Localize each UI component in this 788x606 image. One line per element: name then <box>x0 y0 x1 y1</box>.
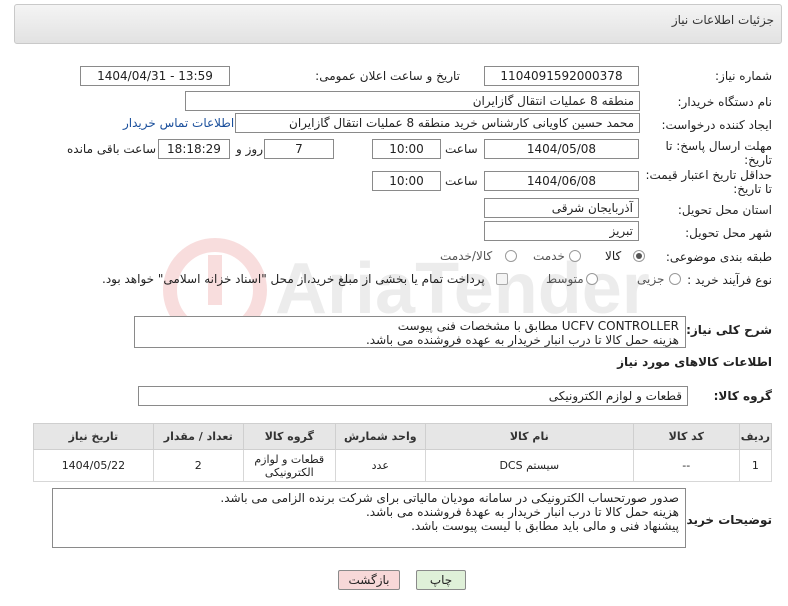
table-row: 1 -- سیستم DCS عدد قطعات و لوازم الکترون… <box>33 449 773 482</box>
deadline-time-label: ساعت <box>445 142 478 156</box>
header-panel <box>14 4 782 44</box>
process-option-medium: متوسط <box>546 272 584 286</box>
category-option-service: خدمت <box>533 249 565 263</box>
treasury-payment-checkbox[interactable] <box>496 273 508 285</box>
description-line-2: هزینه حمل کالا تا درب انبار خریدار به عه… <box>365 333 679 347</box>
cell-group: قطعات و لوازم الکترونیکی <box>242 449 336 482</box>
process-label: نوع فرآیند خرید : <box>687 273 772 287</box>
validity-date-field: 1404/06/08 <box>484 171 639 191</box>
cell-code: -- <box>632 449 740 482</box>
need-number-field: 1104091592000378 <box>484 66 639 86</box>
category-radio-service[interactable] <box>569 250 581 262</box>
th-code: کد کالا <box>632 423 740 450</box>
treasury-payment-note: پرداخت تمام یا بخشی از مبلغ خرید،از محل … <box>102 272 485 286</box>
category-option-goods-service: کالا/خدمت <box>440 249 493 263</box>
process-radio-medium[interactable] <box>586 273 598 285</box>
province-label: استان محل تحویل: <box>677 203 772 217</box>
th-name: نام کالا <box>424 423 634 450</box>
th-group: گروه کالا <box>242 423 336 450</box>
back-button[interactable]: بازگشت <box>338 570 400 590</box>
cell-row: 1 <box>738 449 773 482</box>
th-need-date: تاریخ نیاز <box>33 423 154 450</box>
goods-group-label: گروه کالا: <box>713 389 772 403</box>
print-button[interactable]: چاپ <box>416 570 466 590</box>
category-label: طبقه بندی موضوعی: <box>665 250 772 264</box>
days-remaining-field: 7 <box>264 139 334 159</box>
description-textarea[interactable]: UCFV CONTROLLER مطابق با مشخصات فنی پیوس… <box>134 316 686 348</box>
announce-label: تاریخ و ساعت اعلان عمومی: <box>315 69 460 83</box>
page-title: جزئیات اطلاعات نیاز <box>671 13 774 27</box>
cell-unit: عدد <box>334 449 426 482</box>
process-option-minor: جزیی <box>637 272 665 286</box>
category-option-goods: کالا <box>605 249 622 263</box>
goods-section-title: اطلاعات کالاهای مورد نیاز <box>617 355 772 369</box>
deadline-label-2: تاریخ: <box>744 153 772 167</box>
need-number-label: شماره نیاز: <box>715 69 772 83</box>
buyer-notes-line-2: هزینه حمل کالا تا درب انبار خریدار به عه… <box>365 505 679 519</box>
days-label: روز و <box>236 142 263 156</box>
buyer-notes-line-1: صدور صورتحساب الکترونیکی در سامانه مودیا… <box>220 491 679 505</box>
deadline-label: مهلت ارسال پاسخ: تا <box>665 139 772 153</box>
th-unit: واحد شمارش <box>334 423 426 450</box>
category-radio-goods[interactable] <box>633 250 645 262</box>
cell-quantity: 2 <box>152 449 244 482</box>
buyer-notes-line-3: پیشنهاد فنی و مالی باید مطابق با لیست پی… <box>411 519 679 533</box>
deadline-time-field: 10:00 <box>372 139 441 159</box>
validity-label-2: تا تاریخ: <box>733 182 772 196</box>
process-radio-minor[interactable] <box>669 273 681 285</box>
requester-label: ایجاد کننده درخواست: <box>661 118 772 132</box>
deadline-date-field: 1404/05/08 <box>484 139 639 159</box>
cell-need-date: 1404/05/22 <box>33 449 154 482</box>
buyer-org-label: نام دستگاه خریدار: <box>677 95 773 109</box>
remaining-label: ساعت باقی مانده <box>67 142 157 156</box>
table-header-row: ردیف کد کالا نام کالا واحد شمارش گروه کا… <box>33 423 773 450</box>
validity-time-label: ساعت <box>445 174 478 188</box>
city-field: تبریز <box>484 221 639 241</box>
remaining-time-field: 18:18:29 <box>158 139 230 159</box>
buyer-org-field: منطقه 8 عملیات انتقال گازایران <box>185 91 640 111</box>
validity-time-field: 10:00 <box>372 171 441 191</box>
th-quantity: تعداد / مقدار <box>152 423 244 450</box>
category-radio-goods-service[interactable] <box>505 250 517 262</box>
buyer-contact-link[interactable]: اطلاعات تماس خریدار <box>123 116 234 130</box>
city-label: شهر محل تحویل: <box>685 226 772 240</box>
announce-field: 1404/04/31 - 13:59 <box>80 66 230 86</box>
buyer-notes-textarea[interactable]: صدور صورتحساب الکترونیکی در سامانه مودیا… <box>52 488 686 548</box>
description-line-1: UCFV CONTROLLER مطابق با مشخصات فنی پیوس… <box>397 319 679 333</box>
requester-field: محمد حسین کاویانی کارشناس خرید منطقه 8 ع… <box>235 113 640 133</box>
goods-table: ردیف کد کالا نام کالا واحد شمارش گروه کا… <box>33 423 773 482</box>
province-field: آذربایجان شرقی <box>484 198 639 218</box>
th-row: ردیف <box>738 423 773 450</box>
description-label: شرح کلی نیاز: <box>686 323 772 337</box>
validity-label: حداقل تاریخ اعتبار قیمت: <box>645 168 772 182</box>
goods-group-field: قطعات و لوازم الکترونیکی <box>138 386 688 406</box>
cell-name: سیستم DCS <box>424 449 634 482</box>
